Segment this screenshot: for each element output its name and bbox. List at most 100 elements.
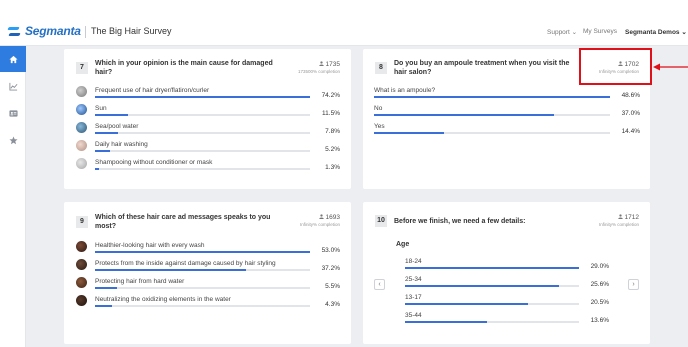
answer-percentage: 20.5% bbox=[590, 299, 609, 306]
sidebar-item-reports[interactable] bbox=[0, 73, 26, 99]
segmanta-logo[interactable]: Segmanta bbox=[7, 24, 81, 38]
answer-percentage: 53.0% bbox=[321, 247, 340, 254]
answer-label: What is an ampoule? bbox=[374, 87, 436, 94]
org-menu[interactable]: Segmanta Demos ⌄ bbox=[625, 28, 687, 36]
answer-bar-track bbox=[95, 132, 310, 134]
answer-label: Frequent use of hair dryer/flatiron/curl… bbox=[95, 87, 210, 94]
answer-row[interactable]: 35-44 13.6% bbox=[405, 312, 609, 326]
answer-bar-fill bbox=[374, 96, 610, 98]
highlight-annotation-box bbox=[579, 48, 652, 85]
answer-row[interactable]: What is an ampoule? 48.6% bbox=[374, 87, 640, 101]
response-count: 1735 bbox=[325, 61, 340, 68]
answer-percentage: 4.3% bbox=[325, 301, 340, 308]
hair-photo-4-icon bbox=[76, 295, 87, 306]
answer-row[interactable]: Protects from the inside against damage … bbox=[76, 259, 340, 274]
answer-row[interactable]: Sun 11.5% bbox=[76, 104, 340, 119]
answer-bar-track bbox=[405, 321, 579, 323]
answer-percentage: 5.5% bbox=[325, 283, 340, 290]
answer-bar-fill bbox=[95, 287, 118, 289]
answer-percentage: 37.0% bbox=[621, 110, 640, 117]
answer-percentage: 5.2% bbox=[325, 146, 340, 153]
answer-bar-fill bbox=[95, 305, 113, 307]
sidebar bbox=[0, 46, 26, 347]
question-title: Which of these hair care ad messages spe… bbox=[95, 214, 271, 230]
answer-bar-fill bbox=[95, 96, 310, 98]
question-card-10: 10 Before we finish, we need a few detai… bbox=[363, 202, 650, 344]
answer-bar-track bbox=[95, 305, 310, 307]
response-stats: 1712 Infinity% completion bbox=[599, 214, 639, 227]
brand-name: Segmanta bbox=[25, 24, 81, 38]
answer-bar-fill bbox=[95, 168, 99, 170]
answer-row[interactable]: Shampooing without conditioner or mask 1.… bbox=[76, 158, 340, 173]
answer-row[interactable]: No 37.0% bbox=[374, 105, 640, 119]
completion-rate: Infinity% completion bbox=[598, 222, 639, 227]
answer-row[interactable]: Healthier-looking hair with every wash 53… bbox=[76, 241, 340, 256]
answer-label: Protects from the inside against damage … bbox=[95, 260, 276, 267]
answer-percentage: 25.6% bbox=[590, 281, 609, 288]
prev-page-button[interactable]: ‹ bbox=[374, 279, 385, 290]
answer-bar-fill bbox=[95, 251, 310, 253]
section-heading: Age bbox=[396, 241, 410, 248]
answer-label: Sea/pool water bbox=[95, 123, 139, 130]
sun-icon bbox=[76, 104, 87, 115]
answer-bar-track bbox=[95, 168, 310, 170]
answer-bar-fill bbox=[95, 150, 111, 152]
my-surveys-link[interactable]: My Surveys bbox=[583, 28, 617, 35]
completion-rate: 173500% completion bbox=[297, 69, 340, 74]
question-title: Before we finish, we need a few details: bbox=[394, 218, 526, 225]
sidebar-item-favorites[interactable] bbox=[0, 127, 26, 153]
answer-bar-fill bbox=[405, 285, 559, 287]
answer-bar-track bbox=[95, 114, 310, 116]
answer-row[interactable]: Daily hair washing 5.2% bbox=[76, 140, 340, 155]
answer-percentage: 74.2% bbox=[321, 92, 340, 99]
answer-row[interactable]: Neutralizing the oxidizing elements in t… bbox=[76, 295, 340, 310]
answer-bar-fill bbox=[95, 269, 246, 271]
response-stats: 1693 Infinity% completion bbox=[300, 214, 340, 227]
answer-percentage: 13.6% bbox=[590, 317, 609, 324]
question-number: 8 bbox=[375, 62, 387, 74]
user-icon bbox=[617, 214, 623, 219]
user-icon bbox=[318, 214, 324, 219]
response-stats: 1735 173500% completion bbox=[298, 61, 340, 74]
sidebar-item-home[interactable] bbox=[0, 46, 26, 72]
answer-row[interactable]: Yes 14.4% bbox=[374, 123, 640, 137]
answer-row[interactable]: 18-24 29.0% bbox=[405, 258, 609, 272]
answer-percentage: 7.8% bbox=[325, 128, 340, 135]
answer-bar-track bbox=[95, 269, 310, 271]
answer-row[interactable]: Sea/pool water 7.8% bbox=[76, 122, 340, 137]
answer-bar-fill bbox=[374, 114, 554, 116]
answer-row[interactable]: Frequent use of hair dryer/flatiron/curl… bbox=[76, 86, 340, 101]
hair-dryer-icon bbox=[76, 86, 87, 97]
chart-icon bbox=[8, 82, 17, 91]
question-title: Do you buy an ampoule treatment when you… bbox=[394, 60, 570, 76]
answer-label: Shampooing without conditioner or mask bbox=[95, 159, 213, 166]
answer-row[interactable]: Protecting hair from hard water 5.5% bbox=[76, 277, 340, 292]
answer-bar-track bbox=[95, 150, 310, 152]
sidebar-item-contacts[interactable] bbox=[0, 100, 26, 126]
answer-bar-track bbox=[374, 96, 610, 98]
answer-label: 18-24 bbox=[405, 258, 422, 265]
answer-label: No bbox=[374, 105, 383, 112]
support-menu[interactable]: Support ⌄ bbox=[547, 28, 577, 36]
hair-photo-2-icon bbox=[76, 259, 87, 270]
answer-percentage: 37.2% bbox=[321, 265, 340, 272]
annotation-arrow-icon bbox=[653, 63, 688, 71]
answer-bar-track bbox=[405, 285, 579, 287]
answer-percentage: 29.0% bbox=[590, 263, 609, 270]
top-navbar: Segmanta The Big Hair Survey Support ⌄ M… bbox=[0, 0, 688, 46]
answer-percentage: 11.5% bbox=[322, 110, 340, 117]
answer-bar-fill bbox=[405, 267, 579, 269]
answer-bar-track bbox=[374, 114, 610, 116]
hair-photo-1-icon bbox=[76, 241, 87, 252]
response-count: 1693 bbox=[325, 214, 340, 221]
answer-bar-track bbox=[374, 132, 610, 134]
answer-row[interactable]: 25-34 25.6% bbox=[405, 276, 609, 290]
next-page-button[interactable]: › bbox=[628, 279, 639, 290]
star-icon bbox=[8, 136, 18, 144]
answer-row[interactable]: 13-17 20.5% bbox=[405, 294, 609, 308]
shampoo-icon bbox=[76, 158, 87, 169]
answer-label: Healthier-looking hair with every wash bbox=[95, 242, 205, 249]
home-icon bbox=[8, 55, 18, 63]
question-title: Which in your opinion is the main cause … bbox=[95, 60, 273, 76]
question-card-7: 7 Which in your opinion is the main caus… bbox=[64, 49, 351, 189]
